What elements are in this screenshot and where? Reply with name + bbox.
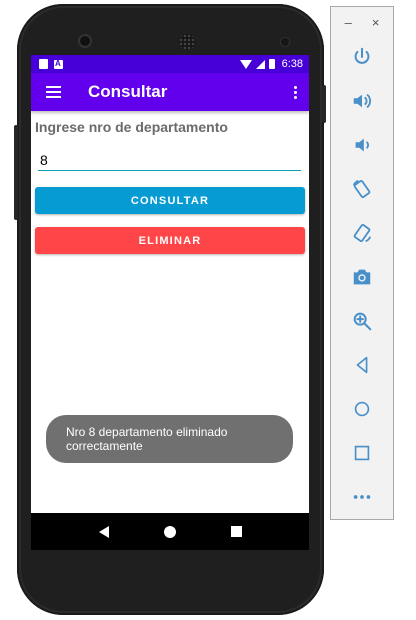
volume-up-button[interactable]	[331, 83, 393, 119]
status-time: 6:38	[281, 58, 303, 70]
power-side-button[interactable]	[322, 85, 326, 123]
cell-signal-icon	[255, 59, 265, 69]
nav-home-icon[interactable]	[163, 525, 176, 538]
app-title: Consultar	[88, 82, 168, 101]
battery-icon	[268, 59, 275, 69]
minimize-icon[interactable]: –	[345, 15, 352, 30]
department-label: Ingrese nro de departamento	[35, 119, 228, 135]
notification-a-icon	[54, 59, 63, 69]
zoom-icon	[353, 312, 372, 331]
consultar-button[interactable]: CONSULTAR	[35, 187, 305, 214]
overview-icon	[354, 445, 370, 461]
toolbar-window-controls: – ×	[331, 7, 393, 37]
wifi-icon	[239, 59, 252, 69]
app-bar: Consultar	[31, 73, 309, 111]
nav-back-icon[interactable]	[98, 525, 109, 538]
home-icon	[354, 401, 370, 417]
emulator-toolbar: – ×	[330, 6, 394, 520]
rotate-left-button[interactable]	[331, 171, 393, 207]
device-screen: 6:38 Consultar Ingrese nro de departamen…	[31, 55, 309, 550]
department-number-input[interactable]	[38, 149, 301, 171]
home-button[interactable]	[331, 391, 393, 427]
zoom-button[interactable]	[331, 303, 393, 339]
rotate-right-icon	[353, 223, 372, 243]
more-button[interactable]	[331, 479, 393, 515]
menu-icon[interactable]	[33, 73, 73, 111]
volume-down-icon	[355, 138, 369, 152]
volume-down-button[interactable]	[331, 127, 393, 163]
back-icon	[356, 356, 368, 374]
sd-card-icon	[39, 59, 48, 69]
rotate-left-icon	[352, 179, 371, 199]
eliminar-button[interactable]: ELIMINAR	[35, 227, 305, 254]
proximity-sensor	[281, 38, 289, 46]
navigation-bar	[31, 513, 309, 550]
more-icon	[353, 495, 371, 499]
toast-message: Nro 8 departamento eliminado correctamen…	[46, 415, 293, 463]
front-camera	[80, 36, 90, 46]
status-bar: 6:38	[31, 55, 309, 73]
close-icon[interactable]: ×	[372, 15, 380, 30]
back-button[interactable]	[331, 347, 393, 383]
volume-side-button[interactable]	[14, 125, 18, 220]
form-content: Ingrese nro de departamento CONSULTAR EL…	[31, 111, 309, 254]
rotate-right-button[interactable]	[331, 215, 393, 251]
camera-icon	[353, 269, 371, 285]
power-icon	[354, 47, 370, 64]
overview-button[interactable]	[331, 435, 393, 471]
overflow-menu-icon[interactable]	[281, 73, 309, 111]
nav-recents-icon[interactable]	[230, 526, 242, 537]
earpiece-speaker	[179, 34, 195, 50]
power-button[interactable]	[331, 39, 393, 75]
volume-up-icon	[353, 93, 371, 109]
screenshot-button[interactable]	[331, 259, 393, 295]
